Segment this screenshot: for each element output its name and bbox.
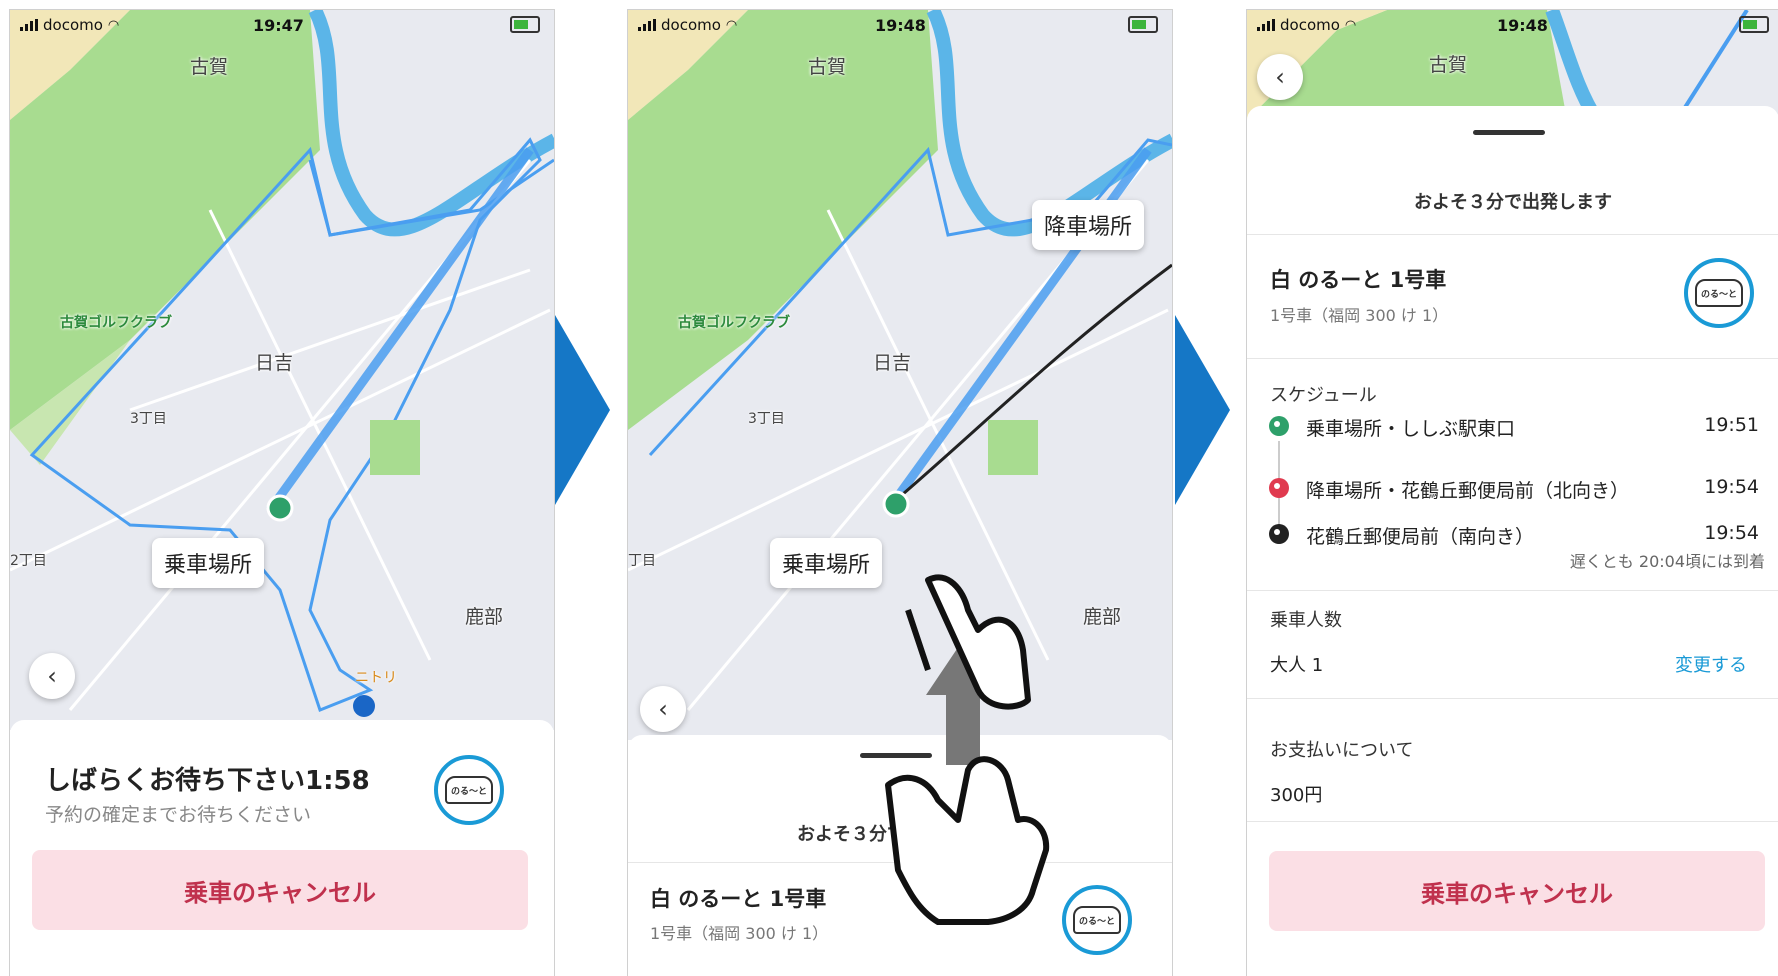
arrival-note: 遅くとも 20:04頃には到着	[1569, 552, 1765, 571]
schedule-title: スケジュール	[1270, 385, 1377, 406]
bottom-sheet: しばらくお待ち下さい1:58 予約の確定までお待ちください のる〜と 乗車のキャ…	[10, 720, 554, 976]
battery-icon	[1128, 16, 1158, 33]
wifi-icon: ◠	[107, 17, 120, 33]
screen-swipe-up: docomo ◠ 19:48 古賀 日吉 3丁目 丁目 古賀ゴルフクラブ 鹿部 …	[627, 9, 1173, 976]
divider	[1247, 234, 1778, 235]
map-place-block-left: 2丁目	[10, 553, 47, 569]
carrier-name: docomo	[43, 16, 103, 34]
waiting-title: しばらくお待ち下さい1:58	[45, 766, 370, 796]
change-passengers-link[interactable]: 変更する	[1675, 651, 1747, 677]
back-button[interactable]: ‹	[1257, 54, 1303, 100]
schedule-place: 降車場所・花鶴丘郵便局前（北向き）	[1306, 480, 1630, 502]
bus-icon: のる〜と	[1073, 906, 1121, 934]
noruto-logo: のる〜と	[1684, 258, 1754, 328]
map-place-store: ニトリ	[355, 670, 397, 686]
divider	[1247, 590, 1778, 591]
map-place-district: 日吉	[255, 352, 294, 374]
status-bar: docomo ◠ 19:48	[628, 10, 1172, 44]
battery-icon	[510, 16, 540, 33]
divider	[1247, 821, 1778, 822]
schedule-place: 花鶴丘郵便局前（南向き）	[1306, 526, 1535, 548]
map-place-golf: 古賀ゴルフクラブ	[60, 315, 172, 331]
status-time: 19:48	[1497, 16, 1548, 35]
schedule-row-dropoff: 降車場所・花鶴丘郵便局前（北向き） 19:54	[1269, 473, 1759, 503]
chevron-left-icon: ‹	[1275, 63, 1285, 91]
map-place-block-left: 丁目	[628, 553, 656, 569]
signal-icon	[1257, 19, 1275, 31]
noruto-logo: のる〜と	[434, 755, 504, 825]
chevron-left-icon: ‹	[658, 695, 668, 723]
sheet-handle[interactable]	[1473, 130, 1545, 135]
wifi-icon: ◠	[1344, 17, 1357, 33]
map-place-town: 古賀	[190, 56, 229, 78]
swipe-gesture-icon	[885, 574, 1050, 925]
map-place-block: 3丁目	[130, 411, 167, 427]
chevron-left-icon: ‹	[47, 662, 57, 690]
bus-name: 白 のるーと 1号車	[650, 887, 827, 911]
status-time: 19:48	[875, 16, 926, 35]
schedule-time: 19:54	[1704, 522, 1759, 544]
cancel-ride-button[interactable]: 乗車のキャンセル	[1269, 851, 1765, 931]
bus-icon: のる〜と	[1695, 279, 1743, 307]
map-place-golf: 古賀ゴルフクラブ	[678, 315, 790, 331]
step-arrow-icon	[1175, 315, 1230, 505]
schedule-time: 19:54	[1704, 476, 1759, 498]
destination-dot-icon	[1269, 524, 1289, 544]
signal-icon	[638, 19, 656, 31]
divider	[1247, 698, 1778, 699]
map-place-town: 古賀	[808, 56, 847, 78]
schedule-place: 乗車場所・ししぶ駅東口	[1306, 418, 1516, 440]
map-place-district: 日吉	[873, 352, 912, 374]
pickup-label: 乗車場所	[152, 538, 265, 588]
status-time: 19:47	[253, 16, 304, 35]
map-place-town: 古賀	[1429, 54, 1468, 76]
map-place-area: 鹿部	[1083, 606, 1122, 628]
schedule-row-destination: 花鶴丘郵便局前（南向き） 19:54	[1269, 519, 1759, 549]
passengers-title: 乗車人数	[1270, 610, 1342, 631]
pickup-label: 乗車場所	[770, 538, 883, 588]
pickup-dot-icon	[1269, 416, 1289, 436]
cancel-ride-button[interactable]: 乗車のキャンセル	[32, 850, 528, 930]
map-place-area: 鹿部	[465, 606, 504, 628]
screen-ride-details: docomo ◠ 19:48 古賀 ‹ およそ３分で出発します 白 のるーと 1…	[1246, 9, 1778, 976]
dropoff-dot-icon	[1269, 478, 1289, 498]
status-bar: docomo ◠ 19:48	[1247, 10, 1778, 44]
battery-icon	[1739, 16, 1769, 33]
passengers-value: 大人 1	[1270, 655, 1324, 676]
bus-name: 白 のるーと 1号車	[1270, 268, 1447, 292]
waiting-subtitle: 予約の確定までお待ちください	[45, 804, 312, 826]
payment-value: 300円	[1270, 785, 1323, 806]
signal-icon	[20, 19, 38, 31]
bus-icon: のる〜と	[445, 776, 493, 804]
screen-waiting: docomo ◠ 19:47 古賀 日吉 3丁目 2丁目 古賀ゴルフクラブ 鹿部…	[9, 9, 555, 976]
back-button[interactable]: ‹	[640, 686, 686, 732]
divider	[1247, 358, 1778, 359]
bus-plate: 1号車（福岡 300 け 1）	[1270, 306, 1449, 325]
schedule-time: 19:51	[1704, 414, 1759, 436]
dropoff-label: 降車場所	[1032, 200, 1145, 250]
noruto-logo: のる〜と	[1062, 885, 1132, 955]
map-place-block: 3丁目	[748, 411, 785, 427]
departure-text: およそ３分で出発します	[1414, 192, 1612, 213]
bus-plate: 1号車（福岡 300 け 1）	[650, 924, 829, 943]
status-bar: docomo ◠ 19:47	[10, 10, 554, 44]
carrier-name: docomo	[1280, 16, 1340, 34]
bottom-sheet[interactable]: およそ３分で出発します 白 のるーと 1号車 1号車（福岡 300 け 1） の…	[1247, 106, 1778, 976]
back-button[interactable]: ‹	[29, 653, 75, 699]
carrier-name: docomo	[661, 16, 721, 34]
schedule-row-pickup: 乗車場所・ししぶ駅東口 19:51	[1269, 411, 1759, 441]
step-arrow-icon	[555, 315, 610, 505]
payment-title: お支払いについて	[1270, 740, 1414, 761]
wifi-icon: ◠	[725, 17, 738, 33]
